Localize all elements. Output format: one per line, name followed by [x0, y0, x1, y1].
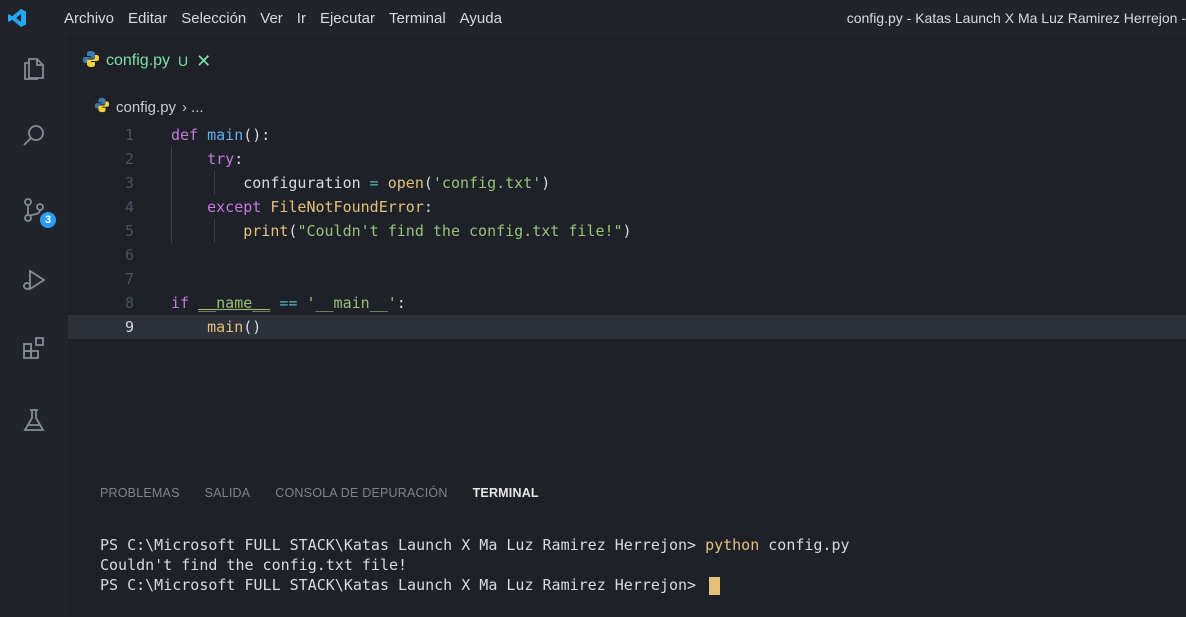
- scm-badge: 3: [40, 212, 56, 228]
- line-number: 4: [124, 198, 134, 216]
- menu-archivo[interactable]: Archivo: [64, 10, 114, 27]
- activity-bar: 3: [0, 36, 68, 616]
- terminal-line: PS C:\Microsoft FULL STACK\Katas Launch …: [100, 535, 850, 555]
- line-number: 7: [124, 270, 134, 288]
- code-line: 8 if __name__ == '__main__':: [68, 291, 1186, 315]
- keyword: if: [171, 294, 190, 312]
- string-literal: '__main__': [306, 294, 397, 312]
- panel-tabs: PROBLEMAS SALIDA CONSOLA DE DEPURACIÓN T…: [100, 486, 564, 500]
- menu-editar[interactable]: Editar: [128, 10, 167, 27]
- run-debug-icon[interactable]: [16, 262, 52, 298]
- tab-salida[interactable]: SALIDA: [205, 486, 251, 500]
- window-title: config.py - Katas Launch X Ma Luz Ramire…: [846, 10, 1186, 26]
- code-line: 2 try:: [68, 147, 1186, 171]
- terminal-cursor: [709, 576, 721, 595]
- tab-label: config.py: [106, 52, 171, 69]
- punctuation: :: [396, 294, 406, 312]
- code-line: 5 print("Couldn't find the config.txt fi…: [68, 219, 1186, 243]
- punctuation: ): [622, 222, 632, 240]
- menu-seleccion[interactable]: Selección: [181, 10, 246, 27]
- search-icon[interactable]: [16, 118, 52, 154]
- python-icon: [94, 97, 110, 118]
- code-text: except FileNotFoundError:: [171, 198, 433, 216]
- code-text: def main():: [171, 126, 270, 144]
- code-line: 7: [68, 267, 1186, 291]
- explorer-icon[interactable]: [16, 50, 52, 86]
- punctuation: ():: [243, 126, 271, 144]
- tab-problemas[interactable]: PROBLEMAS: [100, 486, 180, 500]
- tab-config-py[interactable]: config.py U ✕: [82, 46, 211, 76]
- line-number: 1: [124, 126, 134, 144]
- code-line: 1 def main():: [68, 123, 1186, 147]
- code-line: 4 except FileNotFoundError:: [68, 195, 1186, 219]
- string-literal: "Couldn't find the config.txt file!": [297, 222, 623, 240]
- code-line: 3 configuration = open('config.txt'): [68, 171, 1186, 195]
- line-number: 8: [124, 294, 134, 312]
- keyword: except: [207, 198, 262, 216]
- code-text: print("Couldn't find the config.txt file…: [171, 222, 632, 240]
- menu-ejecutar[interactable]: Ejecutar: [320, 10, 375, 27]
- builtin-call: print: [243, 222, 289, 240]
- tab-bar: config.py U ✕: [68, 36, 1186, 84]
- punctuation: (: [423, 174, 433, 192]
- code-text: if __name__ == '__main__':: [171, 294, 406, 312]
- keyword: def: [171, 126, 199, 144]
- close-icon[interactable]: ✕: [196, 51, 211, 72]
- menu-terminal[interactable]: Terminal: [389, 10, 446, 27]
- terminal-line: Couldn't find the config.txt file!: [100, 555, 850, 575]
- editor: config.py U ✕ config.py › ... 1 def main…: [68, 36, 1186, 460]
- breadcrumb-separator: ›: [182, 98, 188, 116]
- line-number: 3: [124, 174, 134, 192]
- punctuation: (): [243, 318, 262, 336]
- code-area[interactable]: 1 def main(): 2 try: 3 configuration = o…: [68, 123, 1186, 339]
- line-number: 2: [124, 150, 134, 168]
- tab-untracked-status: U: [178, 53, 189, 69]
- menu-ir[interactable]: Ir: [297, 10, 306, 27]
- punctuation: :: [423, 198, 433, 216]
- menu-ayuda[interactable]: Ayuda: [460, 10, 502, 27]
- exception-class: FileNotFoundError: [270, 198, 424, 216]
- breadcrumb: config.py › ...: [94, 95, 204, 119]
- code-text: configuration = open('config.txt'): [171, 174, 550, 192]
- builtin-call: open: [387, 174, 424, 192]
- breadcrumb-file[interactable]: config.py: [116, 99, 176, 116]
- line-number: 6: [124, 246, 134, 264]
- string-literal: 'config.txt': [432, 174, 542, 192]
- terminal-args: config.py: [759, 536, 850, 554]
- source-control-icon[interactable]: 3: [16, 192, 56, 228]
- breadcrumb-symbols[interactable]: ...: [191, 99, 204, 116]
- line-number: 5: [124, 222, 134, 240]
- terminal-line: PS C:\Microsoft FULL STACK\Katas Launch …: [100, 575, 850, 595]
- code-text: main(): [171, 318, 261, 336]
- terminal-prompt: PS C:\Microsoft FULL STACK\Katas Launch …: [100, 536, 706, 554]
- code-line: 6: [68, 243, 1186, 267]
- extensions-icon[interactable]: [16, 330, 52, 366]
- function-call: main: [207, 318, 244, 336]
- tab-terminal[interactable]: TERMINAL: [473, 486, 539, 500]
- menu-bar: Archivo Editar Selección Ver Ir Ejecutar…: [64, 10, 516, 27]
- terminal-output[interactable]: PS C:\Microsoft FULL STACK\Katas Launch …: [100, 535, 850, 595]
- terminal-command: python: [705, 536, 760, 554]
- terminal-prompt: PS C:\Microsoft FULL STACK\Katas Launch …: [100, 576, 706, 594]
- bottom-panel: PROBLEMAS SALIDA CONSOLA DE DEPURACIÓN T…: [68, 460, 1186, 617]
- terminal-output-text: Couldn't find the config.txt file!: [100, 556, 408, 574]
- operator: =: [360, 174, 388, 192]
- menu-ver[interactable]: Ver: [260, 10, 283, 27]
- python-icon: [82, 50, 100, 73]
- punctuation: ): [541, 174, 551, 192]
- vscode-logo-icon: [0, 0, 34, 36]
- variable: configuration: [243, 174, 361, 192]
- testing-icon[interactable]: [16, 402, 52, 438]
- keyword: try: [207, 150, 235, 168]
- code-line-current: 9 main(): [68, 315, 1186, 339]
- punctuation: :: [234, 150, 244, 168]
- dunder-name: __name__: [198, 294, 271, 312]
- tab-consola-depuracion[interactable]: CONSOLA DE DEPURACIÓN: [275, 486, 447, 500]
- code-text: try:: [171, 150, 243, 168]
- function-name: main: [207, 126, 244, 144]
- line-number: 9: [124, 318, 134, 336]
- title-bar: Archivo Editar Selección Ver Ir Ejecutar…: [0, 0, 1186, 36]
- operator: ==: [270, 294, 307, 312]
